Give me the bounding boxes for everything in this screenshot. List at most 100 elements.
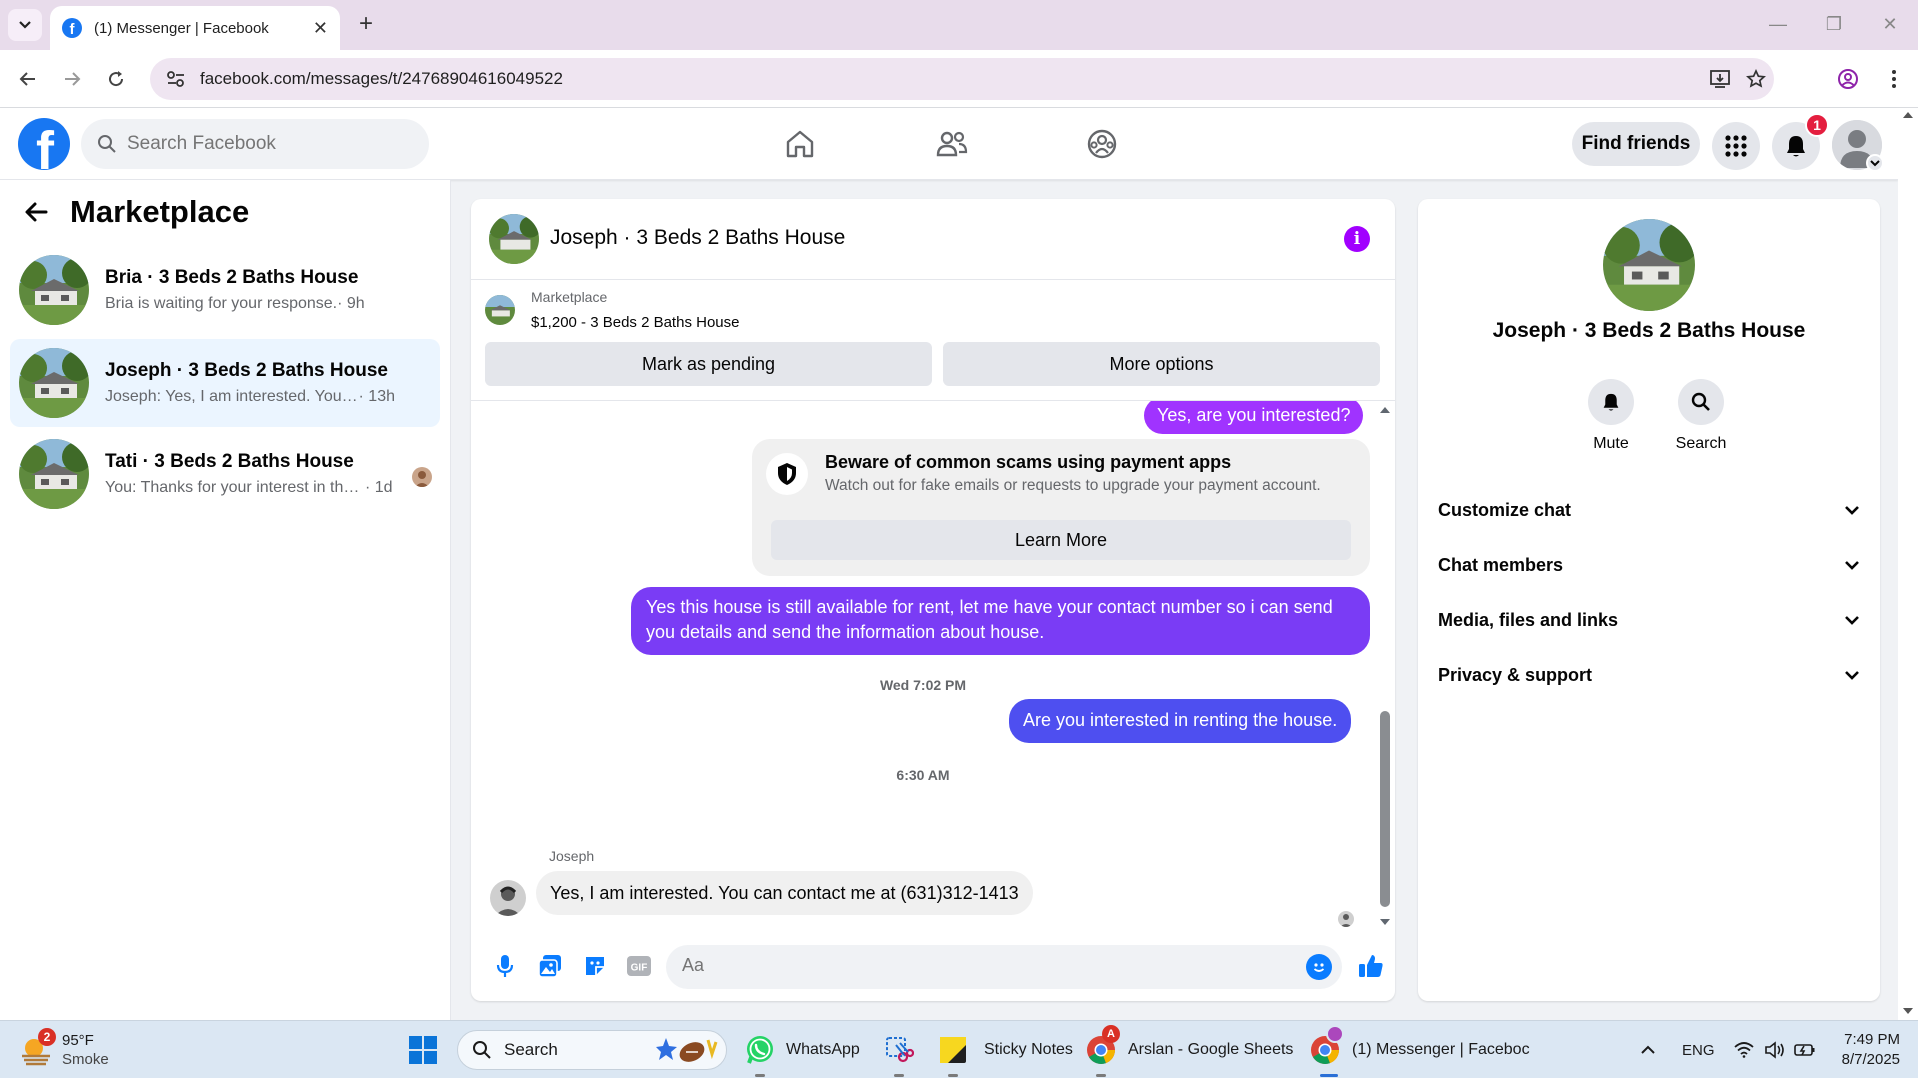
account-chevron-icon[interactable] (1866, 154, 1884, 172)
chrome-icon (1310, 1025, 1344, 1065)
site-settings-icon[interactable] (156, 70, 196, 88)
conversation-name: Tati · 3 Beds 2 Baths House (105, 451, 354, 472)
conversation-preview: You: Thanks for your interest in the... (105, 479, 365, 496)
restore-icon[interactable]: ❐ (1814, 8, 1854, 40)
learn-more-button[interactable]: Learn More (771, 520, 1351, 560)
volume-icon (1765, 1041, 1784, 1059)
conversation-item-tati[interactable]: Tati · 3 Beds 2 Baths House You: Thanks … (10, 430, 440, 518)
browser-menu-icon[interactable] (1878, 63, 1910, 95)
windows-start-icon (409, 1036, 437, 1064)
profile-badge-icon: A (1102, 1025, 1120, 1043)
conversation-name: Joseph · 3 Beds 2 Baths House (105, 360, 388, 381)
scrollbar-thumb[interactable] (1380, 711, 1390, 907)
gif-icon[interactable]: GIF (623, 950, 655, 982)
back-arrow-icon[interactable] (24, 201, 48, 223)
photo-icon[interactable] (534, 950, 566, 982)
taskbar-google-sheets[interactable]: A Arslan - Google Sheets (1086, 1021, 1293, 1078)
taskbar-snipping-tool[interactable] (884, 1021, 914, 1078)
close-tab-icon[interactable]: ✕ (313, 18, 328, 39)
section-label: Privacy & support (1438, 664, 1593, 685)
sender-avatar[interactable] (490, 880, 526, 916)
start-button[interactable] (408, 1021, 438, 1078)
facebook-search-box[interactable] (81, 119, 429, 169)
snipping-tool-icon (886, 1037, 914, 1063)
reload-icon[interactable] (100, 63, 132, 95)
search-icon (1678, 379, 1724, 425)
facebook-logo-icon[interactable]: f (18, 118, 70, 170)
conversation-details-panel: Joseph · 3 Beds 2 Baths House Mute Searc… (1418, 199, 1880, 1001)
search-label: Search (1675, 435, 1727, 452)
show-hidden-icons[interactable] (1640, 1021, 1656, 1078)
message-scrollbar[interactable] (1377, 401, 1393, 931)
seen-avatar-icon (412, 467, 432, 487)
windows-taskbar: 2 95°F Smoke Search WhatsApp Sticky Note… (0, 1020, 1918, 1078)
friends-icon[interactable] (930, 122, 974, 166)
chat-members-section[interactable]: Chat members (1438, 545, 1860, 585)
mute-button[interactable]: Mute (1571, 379, 1651, 453)
sender-name: Joseph (549, 848, 595, 864)
message-input-box[interactable] (666, 945, 1342, 989)
weather-widget[interactable]: 2 95°F Smoke (20, 1021, 109, 1078)
media-files-links-section[interactable]: Media, files and links (1438, 600, 1860, 640)
chat-window: Joseph · 3 Beds 2 Baths House i Marketpl… (471, 199, 1395, 1001)
listing-summary[interactable]: Marketplace $1,200 - 3 Beds 2 Baths Hous… (485, 289, 739, 331)
outgoing-message: Yes this house is still available for re… (631, 587, 1370, 655)
forward-icon[interactable] (56, 63, 88, 95)
weather-desc: Smoke (62, 1051, 109, 1068)
conversation-item-bria[interactable]: Bria · 3 Beds 2 Baths House Bria is wait… (10, 246, 440, 334)
back-icon[interactable] (12, 63, 44, 95)
new-tab-button[interactable]: + (352, 10, 380, 38)
privacy-support-section[interactable]: Privacy & support (1438, 655, 1860, 695)
install-app-icon[interactable] (1702, 69, 1738, 89)
running-indicator (755, 1074, 765, 1077)
chat-header: Joseph · 3 Beds 2 Baths House i (471, 199, 1395, 280)
bookmark-star-icon[interactable] (1738, 69, 1774, 89)
sticker-icon[interactable] (579, 950, 611, 982)
active-indicator (1320, 1074, 1338, 1077)
tab-search-button[interactable] (8, 9, 42, 41)
warning-subtitle: Watch out for fake emails or requests to… (825, 477, 1321, 494)
browser-profile-icon[interactable] (1832, 63, 1864, 95)
weather-temp: 95°F (62, 1032, 94, 1049)
taskbar-sticky-notes[interactable]: Sticky Notes (938, 1021, 1073, 1078)
details-avatar[interactable] (1603, 219, 1695, 311)
minimize-icon[interactable]: — (1758, 8, 1798, 40)
section-label: Customize chat (1438, 499, 1572, 520)
taskbar-messenger-chrome[interactable]: (1) Messenger | Faceboc (1310, 1021, 1530, 1078)
timestamp: 6:30 AM (896, 767, 950, 783)
conversation-item-joseph[interactable]: Joseph · 3 Beds 2 Baths House Joseph: Ye… (10, 339, 440, 427)
customize-chat-section[interactable]: Customize chat (1438, 490, 1860, 530)
search-in-conversation-button[interactable]: Search (1661, 379, 1741, 453)
find-friends-button[interactable]: Find friends (1572, 122, 1700, 166)
outgoing-message: Yes, are you interested? (1144, 401, 1364, 434)
chat-title[interactable]: Joseph · 3 Beds 2 Baths House (550, 226, 845, 250)
groups-icon[interactable] (1080, 122, 1124, 166)
page-scrollbar[interactable] (1898, 108, 1918, 1020)
address-bar[interactable]: facebook.com/messages/t/2476890461604952… (150, 58, 1774, 100)
chat-avatar[interactable] (489, 214, 539, 264)
incoming-message: Yes, I am interested. You can contact me… (536, 871, 1033, 915)
menu-grid-icon[interactable] (1712, 122, 1760, 170)
section-label: Media, files and links (1438, 609, 1619, 630)
browser-toolbar: facebook.com/messages/t/2476890461604952… (0, 50, 1918, 108)
taskbar-search[interactable]: Search (457, 1030, 727, 1070)
clock[interactable]: 7:49 PM 8/7/2025 (1836, 1021, 1900, 1078)
more-options-button[interactable]: More options (943, 342, 1380, 386)
home-icon[interactable] (778, 122, 822, 166)
taskbar-search-label: Search (504, 1040, 558, 1059)
microphone-icon[interactable] (489, 950, 521, 982)
emoji-icon[interactable] (1306, 954, 1332, 980)
input-language[interactable]: ENG (1682, 1021, 1715, 1078)
taskbar-whatsapp[interactable]: WhatsApp (744, 1021, 860, 1078)
info-icon[interactable]: i (1344, 226, 1370, 252)
listing-title: $1,200 - 3 Beds 2 Baths House (531, 314, 740, 331)
browser-tab-messenger[interactable]: f (1) Messenger | Facebook ✕ (50, 6, 340, 50)
facebook-search-input[interactable] (127, 133, 387, 155)
running-indicator (894, 1074, 904, 1077)
system-tray-status[interactable] (1734, 1021, 1816, 1078)
close-window-icon[interactable]: ✕ (1870, 8, 1910, 40)
thumbs-up-icon[interactable] (1355, 950, 1387, 982)
mark-as-pending-button[interactable]: Mark as pending (485, 342, 932, 386)
message-input[interactable] (682, 955, 1272, 976)
tab-title: (1) Messenger | Facebook (94, 19, 269, 37)
